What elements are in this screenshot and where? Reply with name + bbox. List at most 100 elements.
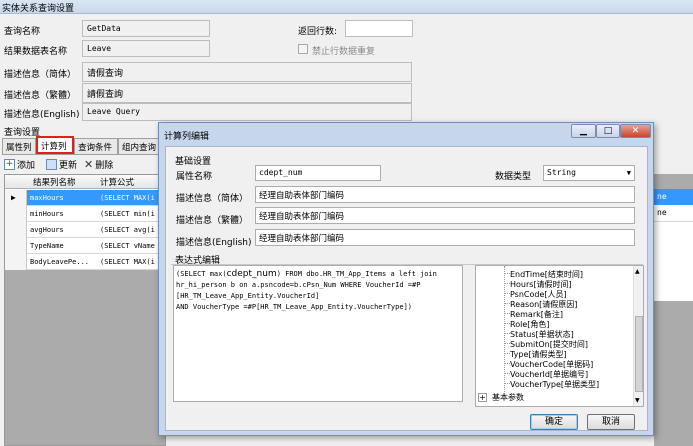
- table-row[interactable]: minHours (SELECT min(i: [5, 206, 165, 222]
- row-selector: [5, 206, 27, 222]
- basic-settings-heading: 基础设置: [175, 157, 212, 167]
- row-selector: ▶: [5, 190, 27, 206]
- dialog-title: 计算列编辑: [164, 132, 210, 142]
- scroll-thumb[interactable]: [635, 316, 643, 392]
- grid-header-formula: 计算公式: [100, 178, 135, 188]
- maximize-icon: □: [603, 126, 613, 136]
- grid-right-rows: [654, 221, 693, 301]
- delete-button[interactable]: ✕ 删除: [84, 157, 113, 171]
- query-name-label: 查询名称: [4, 27, 41, 37]
- ok-button[interactable]: 确定: [530, 414, 578, 430]
- no-duplicate-checkbox[interactable]: [298, 44, 308, 54]
- tree-connector: [505, 383, 510, 384]
- tree-item[interactable]: VoucherType[单据类型]: [510, 379, 599, 390]
- table-row[interactable]: BodyLeavePe... (SELECT MAX(i: [5, 254, 165, 270]
- table-row[interactable]: avgHours (SELECT avg(i: [5, 222, 165, 238]
- tree-group-label[interactable]: 基本参数: [492, 392, 524, 403]
- row-name: TypeName: [30, 242, 64, 250]
- table-row[interactable]: ▶ maxHours (SELECT MAX(i: [5, 190, 165, 206]
- tree-connector: [505, 273, 510, 274]
- row-selector: [5, 222, 27, 238]
- tab-divider: [2, 154, 160, 155]
- computed-columns-grid: 结果列名称 计算公式 ▶ maxHours (SELECT MAX(i minH…: [4, 174, 166, 446]
- data-type-label: 数据类型: [495, 172, 532, 182]
- tree-connector: [505, 313, 510, 314]
- query-name-field[interactable]: GetData: [82, 20, 210, 37]
- cancel-button[interactable]: 取消: [587, 414, 635, 430]
- row-name: minHours: [30, 210, 64, 218]
- row-name: maxHours: [30, 194, 64, 202]
- expr-line: hr_hi_person b on a.psncode=b.cPsn_Num W…: [176, 281, 421, 289]
- row-formula: (SELECT vName: [100, 242, 155, 250]
- tree-scrollbar[interactable]: ▲ ▼: [633, 266, 643, 406]
- tree-connector: [505, 293, 510, 294]
- tree-connector: [505, 283, 510, 284]
- window-title-bar: 实体关系查询设置: [0, 0, 693, 14]
- prop-name-label: 属性名称: [176, 172, 213, 182]
- prop-name-input[interactable]: cdept_num: [255, 165, 381, 181]
- desc-traditional-label: 描述信息（繁體）: [4, 91, 77, 101]
- return-rows-label: 返回行数:: [298, 27, 338, 37]
- maximize-button[interactable]: □: [596, 124, 620, 138]
- tab-attribute-columns[interactable]: 属性列: [2, 138, 36, 154]
- dlg-desc-simplified-input[interactable]: 经理自助表体部门编码: [255, 186, 635, 203]
- desc-english-label: 描述信息(English): [4, 110, 80, 120]
- minimize-button[interactable]: ▁: [571, 124, 596, 138]
- row-formula: (SELECT min(i: [100, 210, 155, 218]
- tab-computed-columns[interactable]: 计算列: [36, 136, 74, 154]
- window-title: 实体关系查询设置: [2, 4, 75, 14]
- row-formula: (SELECT MAX(i: [100, 258, 155, 266]
- scroll-down-icon[interactable]: ▼: [635, 397, 640, 404]
- return-rows-field[interactable]: [345, 20, 413, 37]
- row-name: avgHours: [30, 226, 64, 234]
- row-formula: (SELECT avg(i: [100, 226, 155, 234]
- tree-connector: [505, 323, 510, 324]
- dlg-desc-english-input[interactable]: 经理自助表体部门编码: [255, 229, 635, 246]
- desc-simplified-field[interactable]: 请假查询: [82, 62, 412, 82]
- table-row[interactable]: TypeName (SELECT vName: [5, 238, 165, 254]
- result-table-field[interactable]: Leave: [82, 40, 210, 57]
- minimize-icon: ▁: [580, 126, 587, 136]
- expr-line: AND VoucherType =#P[HR_TM_Leave_App_Enti…: [176, 303, 413, 311]
- grid-header: 结果列名称 计算公式: [5, 175, 165, 189]
- tree-connector: [505, 353, 510, 354]
- data-type-value: String: [547, 168, 576, 177]
- grid-right-cell: ne: [654, 189, 693, 205]
- grid-header-result-column: 结果列名称: [33, 178, 76, 188]
- dlg-desc-traditional-input[interactable]: 经理自助表体部门编码: [255, 207, 635, 224]
- row-formula: (SELECT MAX(i: [100, 194, 155, 202]
- expand-icon[interactable]: +: [478, 393, 487, 402]
- field-tree: EndTime[结束时间] Hours[请假时间] PsnCode[人员] Reaso…: [475, 265, 644, 407]
- add-button[interactable]: + 添加: [4, 157, 35, 171]
- dialog-body: 基础设置 属性名称 cdept_num 数据类型 String ▼ 描述信息（简…: [165, 146, 648, 431]
- row-selector: [5, 254, 27, 270]
- scroll-up-icon[interactable]: ▲: [635, 268, 640, 275]
- update-label: 更新: [59, 160, 78, 171]
- desc-traditional-field[interactable]: 請假查詢: [82, 83, 412, 103]
- expression-editor[interactable]: (SELECT max(cdept_num) FROM dbo.HR_TM_Ap…: [173, 265, 463, 402]
- update-button[interactable]: 更新: [46, 157, 77, 171]
- add-label: 添加: [17, 160, 36, 171]
- grid-empty-area: [5, 270, 165, 445]
- close-button[interactable]: ✕: [620, 124, 651, 138]
- desc-english-field[interactable]: Leave Query: [82, 103, 412, 121]
- tree-connector: [505, 333, 510, 334]
- close-icon: ✕: [631, 126, 640, 136]
- row-name: BodyLeavePe...: [30, 258, 90, 266]
- expr-line: (SELECT max(cdept_num) FROM dbo.HR_TM_Ap…: [176, 269, 437, 279]
- computed-column-dialog: 计算列编辑 ▁ □ ✕ 基础设置 属性名称 cdept_num 数据类型 Str…: [158, 122, 654, 436]
- grid-right-cell: ne: [654, 205, 693, 221]
- row-pointer-icon: ▶: [11, 193, 16, 202]
- delete-icon: ✕: [84, 157, 94, 171]
- dlg-desc-english-label: 描述信息(English): [176, 238, 252, 248]
- data-type-select[interactable]: String ▼: [543, 165, 635, 181]
- add-icon: +: [4, 158, 15, 170]
- tree-guide: [504, 266, 505, 396]
- dlg-desc-simplified-label: 描述信息（简体）: [176, 194, 249, 204]
- tree-connector: [505, 363, 510, 364]
- no-duplicate-label: 禁止行数据重复: [312, 47, 376, 57]
- tab-group-query[interactable]: 组内查询: [118, 138, 162, 154]
- tree-connector: [505, 343, 510, 344]
- update-icon: [46, 158, 57, 170]
- tab-query-conditions[interactable]: 查询条件: [74, 138, 118, 154]
